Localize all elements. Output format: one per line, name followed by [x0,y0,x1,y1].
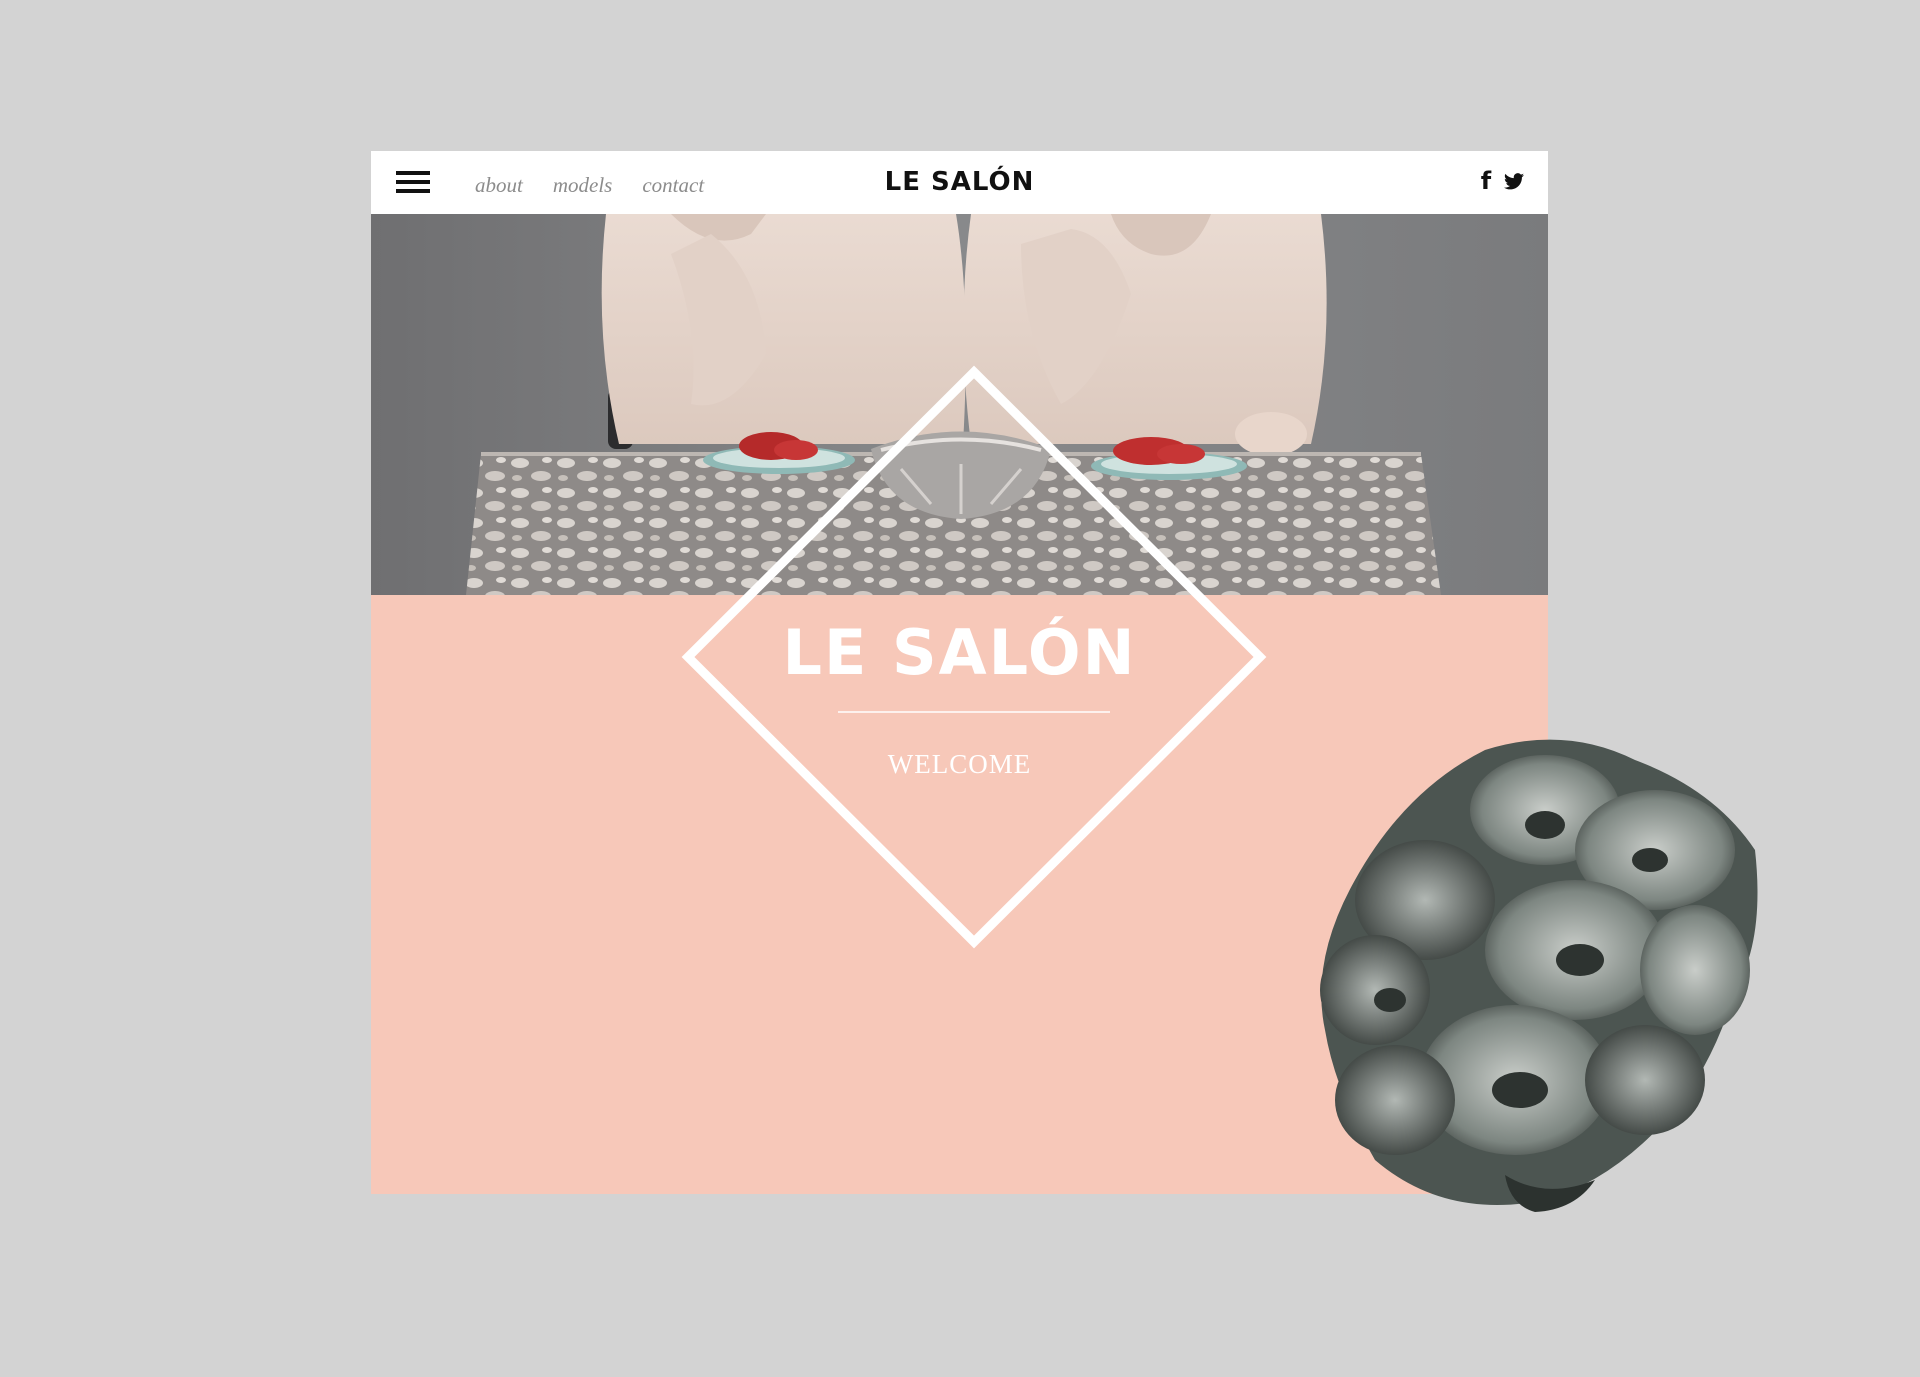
social-links: f [1476,167,1524,195]
twitter-icon[interactable] [1504,168,1524,194]
hero-photo [371,214,1548,595]
title-divider [838,711,1110,713]
top-navigation-bar: about models contact LE SALÓN f [371,151,1548,214]
facebook-icon[interactable]: f [1476,167,1496,195]
hero-title: LE SALÓN [782,616,1137,689]
hero-photo-illustration [371,214,1548,595]
orchid-flower-image [1295,730,1775,1220]
header-logo[interactable]: LE SALÓN [371,167,1548,197]
